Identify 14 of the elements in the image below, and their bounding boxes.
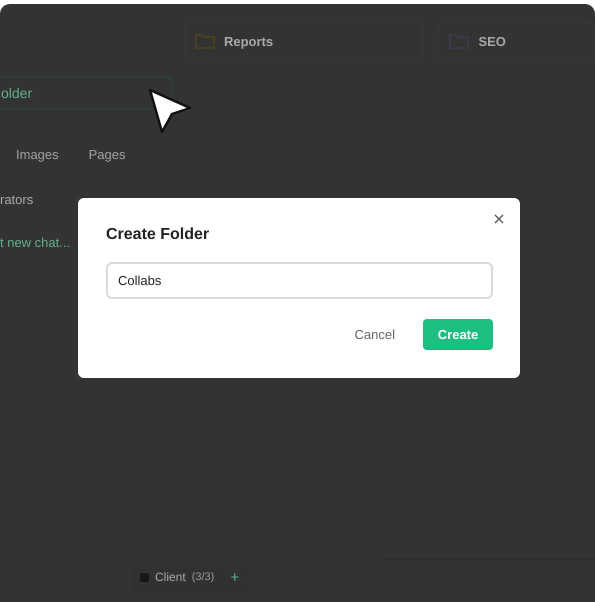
add-button[interactable]: + bbox=[220, 568, 240, 586]
dialog-title: Create Folder bbox=[106, 226, 210, 244]
square-icon bbox=[140, 572, 149, 582]
new-chat-link[interactable]: t new chat... bbox=[0, 235, 70, 250]
tab-count: (3/3) bbox=[192, 571, 214, 583]
tab[interactable]: Pages bbox=[88, 147, 126, 162]
list-item[interactable]: rators bbox=[0, 192, 34, 207]
folder-name: SEO bbox=[478, 34, 506, 48]
folder-name-field[interactable]: Collabs bbox=[106, 262, 493, 299]
cancel-button[interactable]: Cancel bbox=[348, 326, 401, 343]
tab[interactable]: Images bbox=[16, 147, 59, 162]
folder-name: Reports bbox=[224, 34, 274, 48]
tab-label: Client bbox=[155, 570, 186, 584]
close-icon[interactable] bbox=[492, 212, 506, 226]
